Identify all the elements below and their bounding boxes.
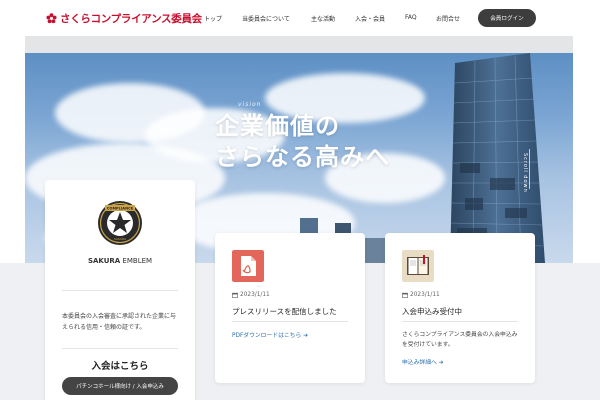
emblem-name-bold: SAKURA [87, 257, 121, 265]
pdf-download-link[interactable]: PDFダウンロードはこちら ➔ [232, 330, 308, 339]
compliance-emblem-seal-icon: COMPLIANCE SAKURA [98, 201, 142, 245]
emblem-card: COMPLIANCE SAKURA SAKURA EMBLEM 本委員会の入会審… [45, 180, 195, 400]
news-date: 2023/1/11 [402, 292, 440, 298]
hall-join-application-button[interactable]: パチンコホール様向け / 入会申込み [62, 377, 178, 395]
hero-vision-label: vision [238, 101, 262, 108]
application-details-link[interactable]: 申込み詳細へ ➔ [402, 357, 443, 366]
nav-item-0[interactable]: トップ [204, 14, 222, 23]
hero-title-line1: 企業価値の [215, 112, 340, 140]
news-date: 2023/1/11 [232, 292, 270, 298]
book-icon [402, 250, 434, 282]
nav-item-1[interactable]: 当委員会について [242, 14, 290, 23]
join-heading: 入会はこちら [91, 361, 149, 372]
news-card-membership: 2023/1/11 入会申込み受付中 さくらコンプライアンス委員会の入会申込みを… [385, 233, 535, 383]
nav-item-5[interactable]: お問合せ [436, 14, 460, 23]
emblem-divider-bottom [62, 348, 178, 349]
news-date-text: 2023/1/11 [240, 292, 270, 298]
header-divider-band [25, 36, 573, 53]
hero-title-line2: さらなる高みへ [215, 143, 390, 171]
emblem-name: SAKURA EMBLEM [45, 257, 195, 265]
news-body: さくらコンプライアンス委員会の入会申込みを受付けています。 [402, 332, 518, 348]
news-title[interactable]: プレスリリースを配信しました [232, 306, 337, 317]
seal-text-bottom: SAKURA [114, 237, 127, 241]
emblem-divider-top [62, 290, 178, 291]
news-title[interactable]: 入会申込み受付中 [402, 306, 462, 317]
news-date-text: 2023/1/11 [410, 292, 440, 298]
nav-item-2[interactable]: 主な活動 [311, 14, 335, 23]
news-divider [232, 321, 348, 322]
calendar-icon [232, 292, 238, 298]
calendar-icon [402, 292, 408, 298]
pdf-icon [232, 250, 264, 282]
hero-title: 企業価値の さらなる高みへ [215, 111, 390, 173]
seal-text-top: COMPLIANCE [107, 207, 134, 211]
nav-item-4[interactable]: FAQ [405, 14, 417, 21]
scroll-down-indicator[interactable]: Scroll down [522, 153, 528, 193]
skyscraper-illustration [450, 53, 545, 263]
emblem-description: 本委員会の入会審査に承認された企業に与えられる信用・信頼の証です。 [62, 313, 177, 331]
news-divider [402, 321, 518, 322]
site-header: さくらコンプライアンス委員会 トップ 当委員会について 主な活動 入会・会員 FAQ お問… [0, 0, 600, 36]
scroll-line [529, 149, 530, 189]
member-login-button[interactable]: 会員ログイン [478, 9, 536, 27]
nav-item-3[interactable]: 入会・会員 [355, 14, 385, 23]
emblem-name-rest: EMBLEM [120, 257, 153, 265]
news-card-press-release: 2023/1/11 プレスリリースを配信しました PDFダウンロードはこちら ➔ [215, 233, 365, 383]
